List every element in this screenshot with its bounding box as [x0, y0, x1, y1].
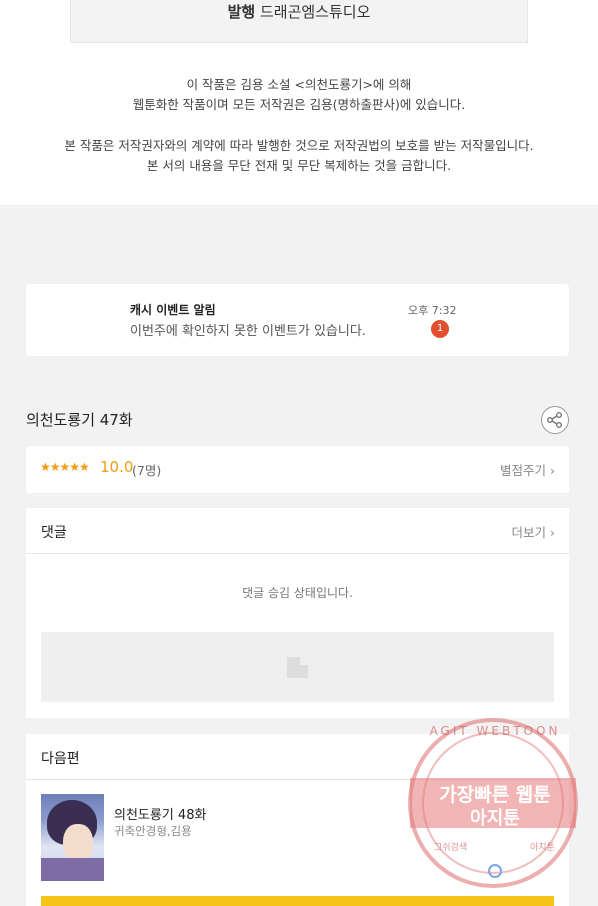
next-episode-title[interactable]: 의천도룡기 48화 — [114, 804, 206, 823]
copyright-line: 웹툰화한 작품이며 모든 저작권은 김용(명하출판사)에 있습니다. — [132, 97, 466, 112]
event-time: 오후 7:32 — [408, 304, 457, 317]
publisher-box: 발행 드래곤엠스튜디오 — [70, 0, 528, 43]
event-badge: 1 — [431, 320, 449, 338]
give-rating-button[interactable]: 별점주기 › — [500, 460, 555, 479]
copyright-line: 본 작품은 저작권자와의 계약에 따라 발행한 것으로 저작권법의 보호를 받는… — [64, 138, 534, 153]
publisher-name: 드래곤엠스튜디오 — [259, 3, 371, 21]
comments-section: 댓글 더보기 › 댓글 승김 상태입니다. — [26, 508, 569, 718]
next-label: 다음편 — [41, 751, 80, 767]
next-episode-button[interactable] — [41, 896, 554, 906]
episode-title: 의천도룡기 47화 — [26, 411, 133, 429]
image-placeholder-icon — [287, 657, 308, 678]
comments-header: 댓글 더보기 › — [26, 508, 569, 554]
comments-label: 댓글 — [41, 525, 67, 541]
next-episode-section: 다음편 의천도룡기 48화 귀축안경형,김용 — [26, 734, 569, 906]
ad-placeholder[interactable] — [41, 632, 554, 702]
event-description: 이번주에 확인하지 못한 이벤트가 있습니다. — [130, 324, 366, 339]
event-title: 캐시 이벤트 알림 — [130, 303, 216, 317]
next-episode-authors: 귀축안경형,김용 — [114, 824, 192, 838]
rating-bar: ★★★★★ 10.0 (7명) 별점주기 › — [26, 446, 569, 493]
next-episode-thumbnail[interactable] — [41, 794, 104, 881]
next-header: 다음편 — [26, 734, 569, 780]
publisher-label: 발행 — [227, 3, 256, 21]
event-notification[interactable]: 캐시 이벤트 알림 이번주에 확인하지 못한 이벤트가 있습니다. 오후 7:3… — [26, 284, 569, 356]
rating-count: (7명) — [132, 463, 162, 478]
comments-more-button[interactable]: 더보기 › — [512, 522, 555, 541]
comments-empty-text: 댓글 승김 상태입니다. — [242, 586, 353, 600]
rating-stars: ★★★★★ — [40, 460, 90, 474]
share-icon — [546, 411, 562, 428]
copyright-section: 발행 드래곤엠스튜디오 이 작품은 김용 소설 <의천도룡기>에 의해 웹툰화한… — [0, 0, 598, 205]
rating-score: 10.0 — [100, 458, 134, 476]
share-button[interactable] — [541, 406, 569, 434]
copyright-line: 이 작품은 김용 소설 <의천도룡기>에 의해 — [186, 77, 412, 92]
copyright-line: 본 서의 내용을 무단 전재 및 무단 복제하는 것을 금합니다. — [146, 158, 452, 173]
